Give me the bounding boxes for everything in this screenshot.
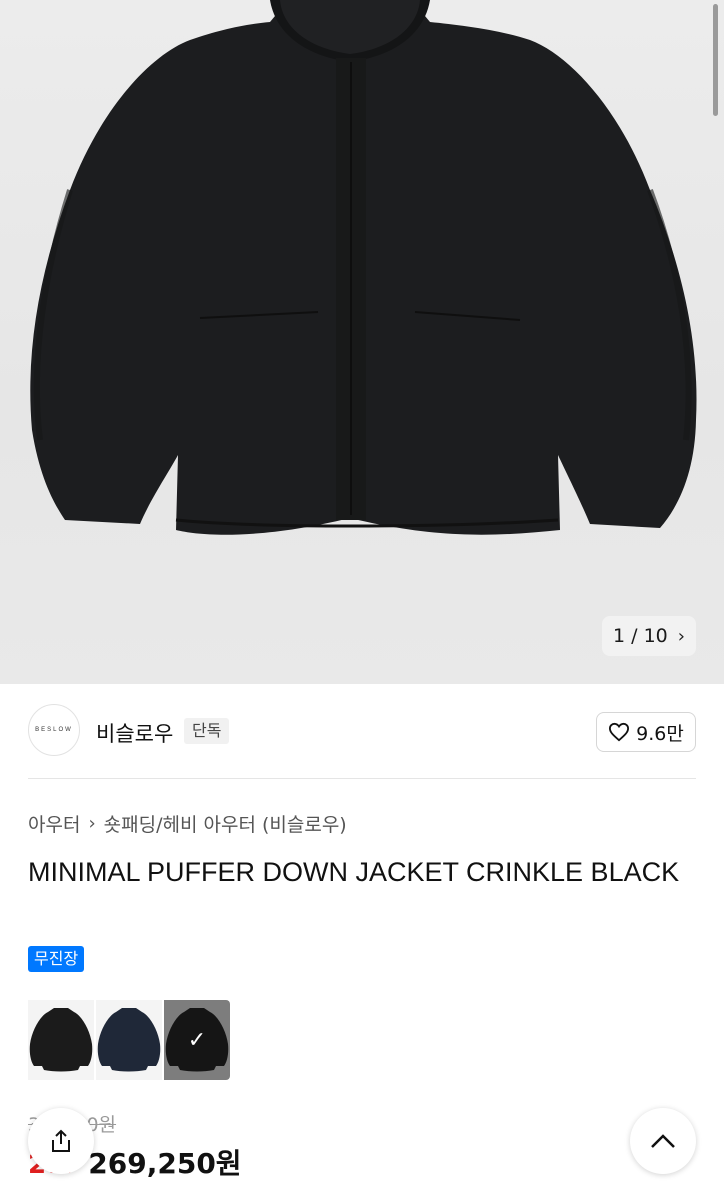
product-image — [30, 0, 697, 535]
swatch-navy[interactable] — [96, 1000, 162, 1080]
brand-row: BESLOW 비슬로우 단독 9.6만 — [0, 684, 724, 778]
share-button[interactable] — [28, 1108, 94, 1174]
color-swatches: ✓ — [28, 1000, 230, 1080]
brand-name[interactable]: 비슬로우 — [96, 718, 173, 748]
counter-separator: / — [631, 625, 638, 647]
like-button[interactable]: 9.6만 — [596, 712, 696, 752]
jacket-thumbnail — [97, 1008, 161, 1072]
share-icon — [52, 1129, 70, 1152]
product-image-gallery[interactable]: 1 / 10 › — [0, 0, 724, 684]
breadcrumb-item-category[interactable]: 숏패딩/헤비 아우터 (비슬로우) — [104, 810, 347, 837]
swatch-black[interactable] — [28, 1000, 94, 1080]
exclusive-badge: 단독 — [184, 718, 230, 744]
brand-logo[interactable]: BESLOW — [28, 704, 80, 756]
jacket-thumbnail — [29, 1008, 93, 1072]
divider — [28, 778, 696, 779]
scroll-top-button[interactable] — [630, 1108, 696, 1174]
chevron-right-icon: › — [677, 625, 685, 647]
counter-total: 10 — [643, 625, 668, 647]
product-title: MINIMAL PUFFER DOWN JACKET CRINKLE BLACK — [28, 857, 680, 887]
counter-current: 1 — [613, 625, 626, 647]
brand-logo-text: BESLOW — [35, 727, 73, 733]
breadcrumb: 아우터 › 숏패딩/헤비 아우터 (비슬로우) — [28, 810, 347, 837]
image-counter[interactable]: 1 / 10 › — [602, 616, 696, 656]
chevron-up-icon — [651, 1134, 675, 1148]
like-count: 9.6만 — [636, 722, 684, 745]
promo-tag: 무진장 — [28, 946, 85, 972]
chevron-right-icon: › — [88, 813, 96, 834]
sale-price: 269,250원 — [88, 1147, 242, 1180]
check-icon: ✓ — [187, 1027, 207, 1053]
breadcrumb-item-outer[interactable]: 아우터 — [28, 810, 80, 837]
heart-icon — [609, 722, 630, 742]
scrollbar[interactable] — [713, 4, 718, 116]
swatch-black-crinkle[interactable]: ✓ — [164, 1000, 230, 1080]
